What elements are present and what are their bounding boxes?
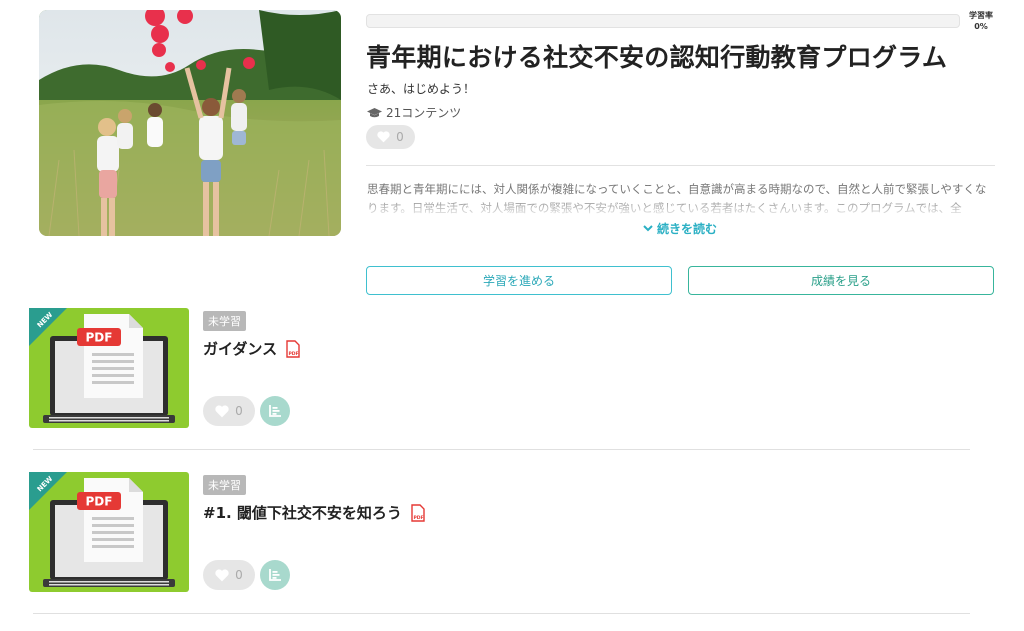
- content-count-text: 21コンテンツ: [386, 106, 462, 120]
- chevron-down-icon: [643, 225, 653, 232]
- content-list-item[interactable]: PDF NEW 未学習 #1. 閾値下社交不安を知ろう PDF 0: [0, 472, 1024, 631]
- status-badge: 未学習: [203, 311, 246, 331]
- item-divider: [33, 613, 970, 614]
- item-like-button[interactable]: 0: [203, 396, 255, 426]
- item-like-count: 0: [235, 404, 243, 418]
- thumb-pdf-label: PDF: [86, 331, 113, 345]
- item-stats-button[interactable]: [260, 396, 290, 426]
- heart-icon: [377, 131, 390, 143]
- item-like-count: 0: [235, 568, 243, 582]
- course-page: 学習率 0% 青年期における社交不安の認知行動教育プログラム さあ、はじめよう！…: [0, 0, 1024, 631]
- divider: [366, 165, 995, 166]
- svg-text:PDF: PDF: [289, 351, 299, 357]
- view-results-button[interactable]: 成績を見る: [688, 266, 994, 295]
- course-title: 青年期における社交不安の認知行動教育プログラム: [366, 43, 948, 72]
- progress-bar: [366, 14, 960, 28]
- status-badge: 未学習: [203, 475, 246, 495]
- item-like-button[interactable]: 0: [203, 560, 255, 590]
- pdf-file-icon: PDF: [411, 503, 425, 522]
- read-more-link[interactable]: 続きを読む: [643, 220, 717, 237]
- read-more-label: 続きを読む: [657, 222, 718, 236]
- chart-icon: [269, 405, 281, 417]
- svg-text:PDF: PDF: [413, 515, 423, 521]
- item-title-text: ガイダンス: [203, 340, 278, 358]
- item-divider: [33, 449, 970, 450]
- heart-icon: [215, 404, 229, 417]
- course-like-count: 0: [396, 130, 404, 144]
- start-learning-button[interactable]: 学習を進める: [366, 266, 672, 295]
- item-title-text: #1. 閾値下社交不安を知ろう: [203, 504, 402, 522]
- item-title[interactable]: #1. 閾値下社交不安を知ろう PDF: [203, 502, 426, 523]
- course-like-button[interactable]: 0: [366, 125, 415, 149]
- description-fade: [366, 196, 994, 218]
- content-count: 21コンテンツ: [367, 104, 461, 121]
- progress-label: 学習率 0%: [964, 10, 998, 32]
- graduation-cap-icon: [367, 107, 382, 117]
- pdf-file-icon: PDF: [286, 339, 300, 358]
- item-stats-button[interactable]: [260, 560, 290, 590]
- progress-percent: 0%: [974, 22, 988, 31]
- thumb-pdf-label: PDF: [86, 495, 113, 509]
- pdf-thumbnail[interactable]: PDF NEW: [29, 308, 189, 428]
- item-title[interactable]: ガイダンス PDF: [203, 338, 301, 359]
- chart-icon: [269, 569, 281, 581]
- content-list-item[interactable]: PDF NEW 未学習 ガイダンス PDF 0: [0, 308, 1024, 468]
- pdf-thumbnail[interactable]: PDF NEW: [29, 472, 189, 592]
- course-subtitle: さあ、はじめよう！: [367, 82, 476, 96]
- course-hero-image: [39, 10, 341, 236]
- heart-icon: [215, 568, 229, 581]
- progress-label-text: 学習率: [969, 11, 993, 20]
